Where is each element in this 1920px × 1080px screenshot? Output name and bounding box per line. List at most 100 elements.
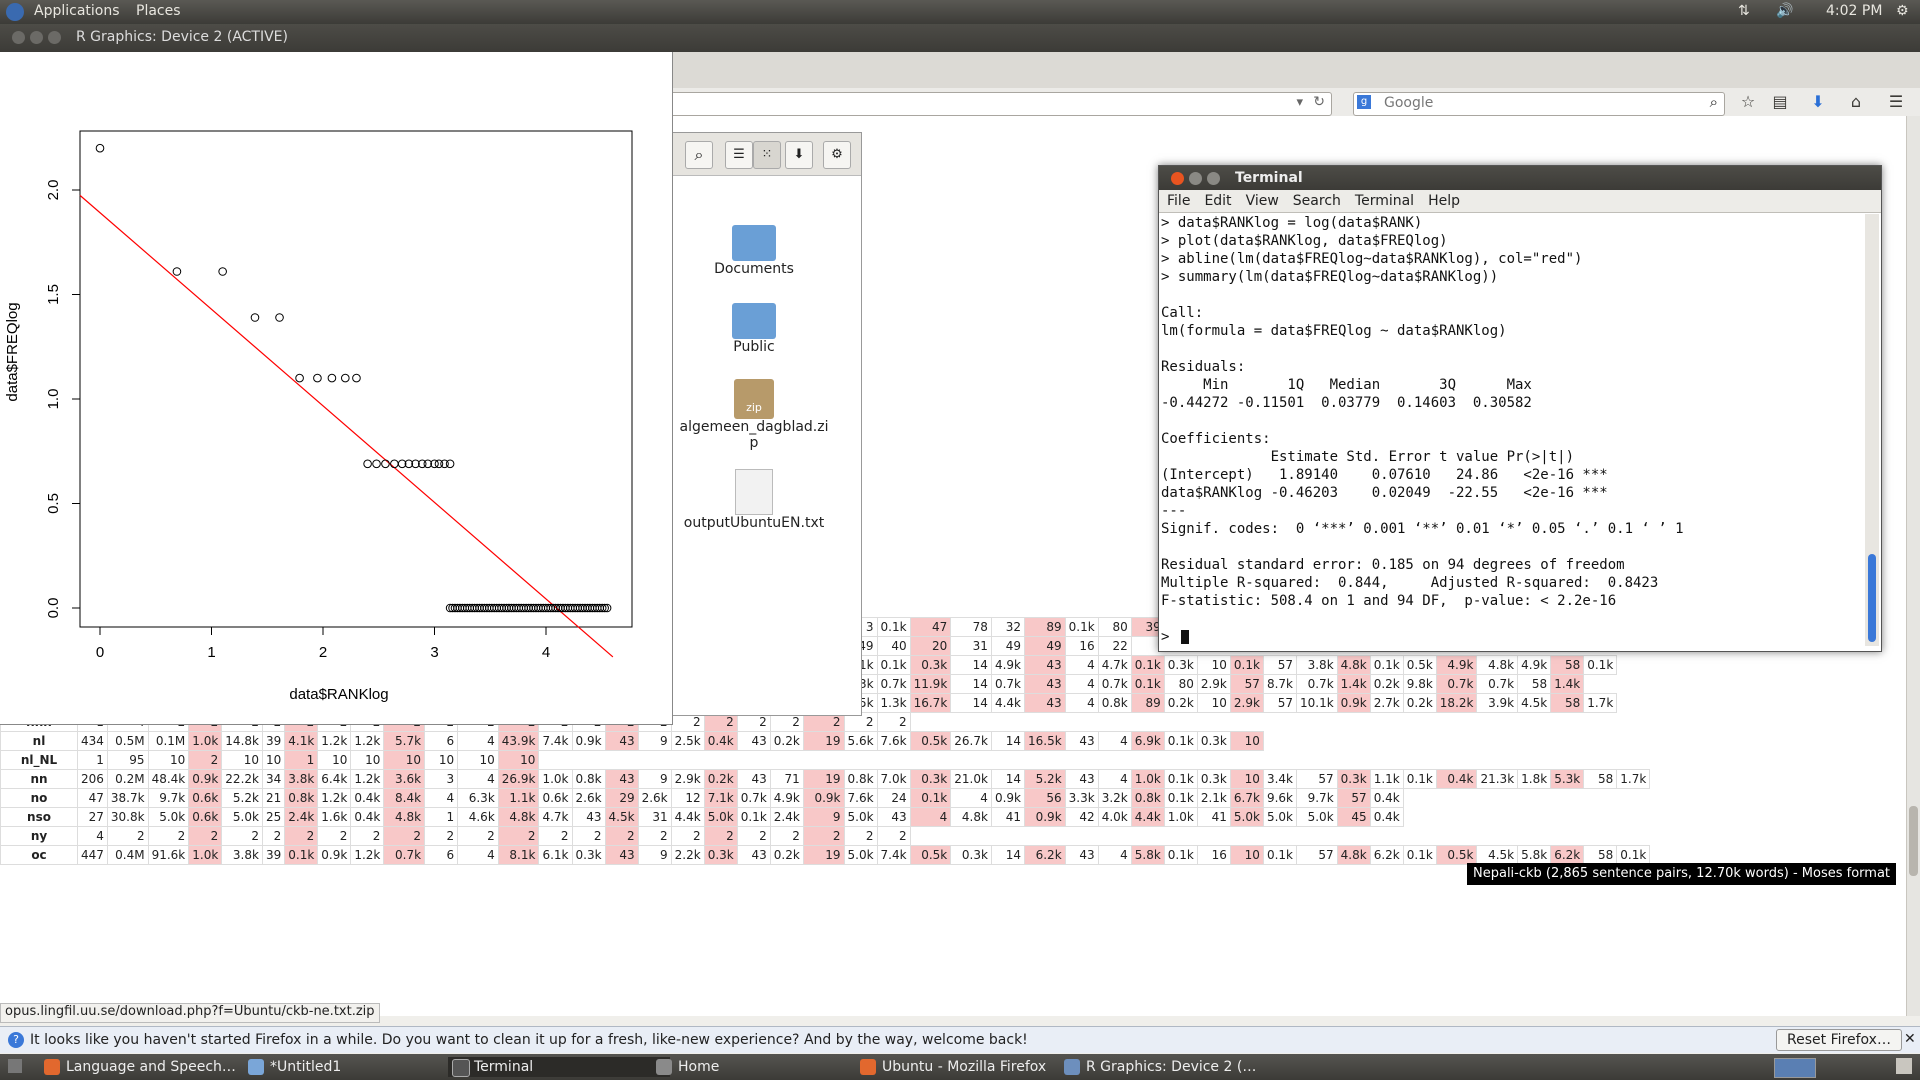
table-cell[interactable]: 6.2k — [1023, 845, 1066, 865]
table-cell[interactable]: 25 — [261, 807, 286, 827]
table-cell[interactable]: 10 — [383, 750, 426, 770]
table-cell[interactable]: 6.1k — [538, 845, 573, 865]
table-cell[interactable]: 4.4k — [990, 693, 1025, 713]
list-view-icon[interactable]: ☰ — [725, 141, 753, 169]
table-cell[interactable]: 0.1k — [1163, 788, 1198, 808]
table-cell[interactable]: 0.5k — [909, 731, 952, 751]
table-cell[interactable]: 40 — [876, 636, 911, 656]
table-cell[interactable]: 0.3k — [950, 845, 992, 865]
search-icon[interactable]: ⌕ — [685, 141, 713, 169]
table-cell[interactable]: 34 — [261, 769, 286, 789]
task-r-graphics[interactable]: R Graphics: Device 2 (… — [1060, 1057, 1282, 1077]
table-cell[interactable]: 0.9k — [188, 769, 223, 789]
table-cell[interactable]: 43 — [604, 845, 639, 865]
table-cell[interactable]: 2.6k — [637, 788, 672, 808]
table-cell[interactable]: 7.4k — [538, 731, 573, 751]
table-cell[interactable]: 2 — [147, 826, 190, 846]
table-cell[interactable]: 1.3k — [876, 693, 911, 713]
table-cell[interactable]: 9.7k — [147, 788, 190, 808]
table-cell[interactable]: 1 — [77, 750, 108, 770]
table-cell[interactable]: 4 — [457, 845, 499, 865]
table-cell[interactable]: 0.2k — [703, 769, 738, 789]
table-cell[interactable]: 0.4k — [350, 788, 385, 808]
table-cell[interactable]: 4.5k — [1517, 693, 1552, 713]
table-cell[interactable]: 95 — [106, 750, 149, 770]
table-cell[interactable]: 21 — [261, 788, 286, 808]
menu-file[interactable]: File — [1167, 193, 1190, 209]
table-cell[interactable]: 4.5k — [1476, 845, 1519, 865]
table-cell[interactable]: 43.9k — [497, 731, 540, 751]
table-cell[interactable]: 4 — [1097, 845, 1132, 865]
download-icon[interactable]: ⬇ — [1807, 92, 1829, 112]
table-cell[interactable]: 5.6k — [843, 731, 878, 751]
table-cell[interactable]: 6.7k — [1229, 788, 1264, 808]
table-cell[interactable]: 89 — [1130, 693, 1165, 713]
table-cell[interactable]: 4.6k — [457, 807, 499, 827]
reset-firefox-button[interactable]: Reset Firefox… — [1776, 1029, 1902, 1051]
table-cell[interactable]: 8.1k — [497, 845, 540, 865]
table-cell[interactable]: 0.9k — [990, 788, 1025, 808]
table-cell[interactable]: 9.6k — [1262, 788, 1297, 808]
table-cell[interactable]: 39 — [261, 845, 286, 865]
table-cell[interactable]: 2 — [637, 826, 672, 846]
table-cell[interactable]: 10 — [1196, 693, 1231, 713]
table-cell[interactable]: 2 — [457, 826, 499, 846]
menu-search[interactable]: Search — [1293, 193, 1341, 209]
table-cell[interactable]: 9 — [637, 769, 672, 789]
table-cell[interactable]: 0.1k — [909, 788, 952, 808]
table-cell[interactable]: 58 — [1550, 693, 1585, 713]
table-cell[interactable]: 26.9k — [497, 769, 540, 789]
table-cell[interactable]: 0.9k — [1336, 693, 1371, 713]
file-item-txt[interactable]: outputUbuntuEN.txt — [679, 469, 829, 531]
table-cell[interactable]: 3.2k — [1097, 788, 1132, 808]
table-cell[interactable]: 9.8k — [1402, 674, 1437, 694]
table-cell[interactable]: 7.4k — [876, 845, 911, 865]
table-cell[interactable]: 71 — [769, 769, 804, 789]
table-cell[interactable]: 4.0k — [1097, 807, 1132, 827]
table-cell[interactable]: 8.7k — [1262, 674, 1297, 694]
table-cell[interactable]: 19 — [802, 769, 845, 789]
table-cell[interactable]: 1.7k — [1616, 769, 1651, 789]
table-cell[interactable]: 19 — [802, 845, 845, 865]
table-cell[interactable]: 0.1k — [1163, 731, 1198, 751]
table-cell[interactable]: 4 — [424, 788, 459, 808]
table-cell[interactable]: 3.4k — [1262, 769, 1297, 789]
table-cell[interactable]: 39 — [261, 731, 286, 751]
table-cell[interactable]: 0.5M — [106, 731, 149, 751]
table-cell[interactable]: 14 — [950, 655, 992, 675]
table-cell[interactable]: 1.0k — [538, 769, 573, 789]
table-cell[interactable]: 1.2k — [350, 769, 385, 789]
table-cell[interactable]: 0.9k — [571, 731, 606, 751]
table-cell[interactable]: 41 — [1196, 807, 1231, 827]
table-cell[interactable]: 9 — [637, 731, 672, 751]
table-cell[interactable]: 5.0k — [843, 845, 878, 865]
table-cell[interactable]: 0.3k — [703, 845, 738, 865]
table-cell[interactable]: 7.6k — [843, 788, 878, 808]
table-cell[interactable]: 14 — [990, 845, 1025, 865]
table-cell[interactable]: 57 — [1262, 693, 1297, 713]
table-cell[interactable]: 38.7k — [106, 788, 149, 808]
table-cell[interactable]: 91.6k — [147, 845, 190, 865]
table-cell[interactable]: 43 — [1064, 769, 1099, 789]
table-cell[interactable]: 0.6k — [188, 788, 223, 808]
task-terminal[interactable]: Terminal — [448, 1057, 670, 1077]
table-cell[interactable]: 47 — [77, 788, 108, 808]
table-cell[interactable]: 4.8k — [497, 807, 540, 827]
table-cell[interactable]: 1.0k — [188, 845, 223, 865]
table-cell[interactable]: 16 — [1064, 636, 1099, 656]
table-cell[interactable]: 43 — [604, 769, 639, 789]
google-icon[interactable]: g — [1357, 95, 1371, 109]
table-cell[interactable]: 4.8k — [950, 807, 992, 827]
table-cell[interactable]: 2 — [350, 826, 385, 846]
table-cell[interactable]: 58 — [1550, 655, 1585, 675]
table-cell[interactable]: 4.9k — [1435, 655, 1478, 675]
terminal-output[interactable]: > data$RANKlog = log(data$RANK) > plot(da… — [1161, 214, 1861, 646]
table-cell[interactable]: 3.3k — [1064, 788, 1099, 808]
table-cell[interactable]: 4 — [1097, 769, 1132, 789]
table-cell[interactable]: 0.2k — [769, 731, 804, 751]
table-cell[interactable]: 41 — [990, 807, 1025, 827]
table-cell[interactable]: 1.2k — [317, 731, 352, 751]
table-cell[interactable]: 10 — [147, 750, 190, 770]
table-cell[interactable]: 10 — [1196, 655, 1231, 675]
table-cell[interactable]: 2.5k — [670, 731, 705, 751]
